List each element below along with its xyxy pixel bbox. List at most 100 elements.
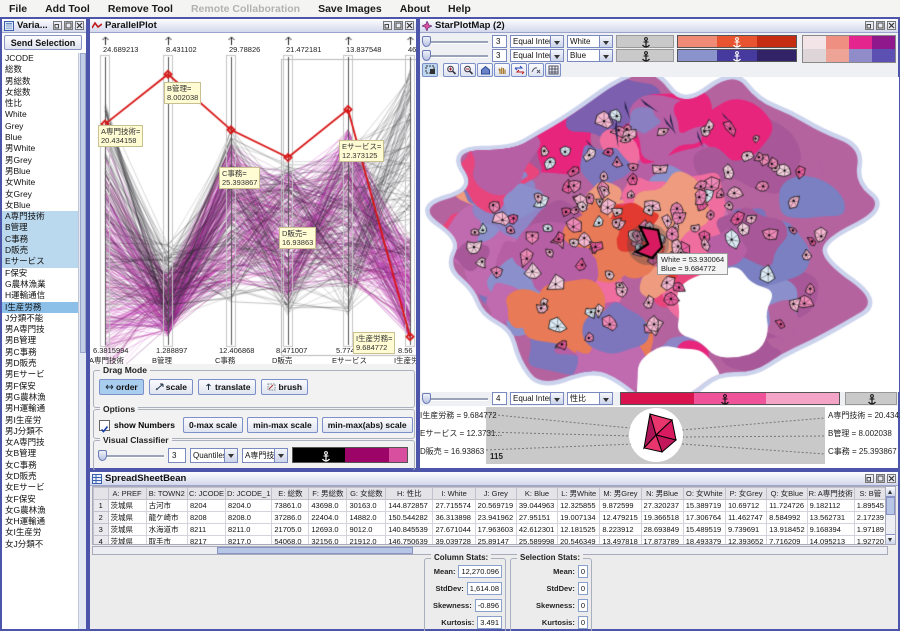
column-header[interactable]: K: Blue (516, 488, 557, 500)
color-gradient-bar[interactable] (677, 49, 797, 62)
chevron-down-icon[interactable] (599, 393, 612, 404)
color-gradient-bar[interactable] (620, 392, 840, 405)
classes-slider[interactable] (422, 392, 488, 406)
table-cell[interactable]: 9012.0 (347, 524, 386, 536)
table-cell[interactable]: 8.223912 (600, 524, 641, 536)
maximize-button[interactable] (876, 21, 885, 30)
classify-method-combo[interactable]: Equal Inter... (510, 35, 564, 48)
table-cell[interactable]: 25.589998 (516, 536, 557, 546)
table-cell[interactable]: 古河市 (146, 500, 187, 512)
spreadsheet-titlebar[interactable]: SpreadSheetBean (90, 472, 898, 486)
table-cell[interactable]: 14882.0 (347, 512, 386, 524)
table-cell[interactable]: 54068.0 (272, 536, 309, 546)
legend-swatch[interactable] (872, 49, 895, 62)
table-cell[interactable]: 12.325855 (558, 500, 600, 512)
table-cell[interactable]: 8217.0 (226, 536, 272, 546)
variable-item[interactable]: 女White (2, 177, 82, 188)
legend-swatch[interactable] (826, 36, 849, 49)
table-cell[interactable]: 30163.0 (347, 500, 386, 512)
classes-slider[interactable] (422, 35, 488, 49)
variable-item[interactable]: 男G農林漁 (2, 392, 82, 403)
classifier-gradient-bar[interactable] (292, 447, 408, 463)
table-cell[interactable]: 茨城県 (108, 536, 146, 546)
variable-item[interactable]: 男B管理 (2, 335, 82, 346)
column-header[interactable]: A: PREF (108, 488, 146, 500)
table-vertical-scrollbar[interactable] (885, 486, 896, 545)
column-header[interactable]: Q: 女Blue (767, 488, 807, 500)
column-header[interactable]: R: A専門技術 (807, 488, 854, 500)
secondary-gradient-bar[interactable] (845, 392, 897, 405)
chevron-down-icon[interactable] (599, 50, 612, 61)
classes-spinner[interactable] (492, 35, 507, 48)
table-cell[interactable]: 27.320237 (641, 500, 683, 512)
minimize-button[interactable] (53, 21, 62, 30)
table-cell[interactable]: 39.044963 (516, 500, 557, 512)
legend-swatch[interactable] (803, 36, 826, 49)
variable-item[interactable]: 男Blue (2, 166, 82, 177)
min-max-abs-scale-button[interactable]: min-max(abs) scale (322, 417, 413, 433)
maximize-button[interactable] (876, 474, 885, 483)
variable-item[interactable]: 男Eサービ (2, 369, 82, 380)
order-mode-button[interactable]: order (99, 379, 144, 395)
home-icon[interactable] (477, 63, 493, 77)
table-cell[interactable]: 28.693849 (641, 524, 683, 536)
table-cell[interactable]: 8204.0 (226, 500, 272, 512)
table-cell[interactable]: 25.89147 (475, 536, 516, 546)
classifier-variable-combo[interactable]: A専門技... (242, 448, 288, 463)
column-header[interactable]: S: B管 (854, 488, 886, 500)
table-cell[interactable]: 23.941962 (475, 512, 516, 524)
column-header[interactable] (94, 488, 109, 500)
table-row[interactable]: 1茨城県古河市82048204.073861.043698.030163.014… (94, 500, 887, 512)
table-row[interactable]: 2茨城県龍ケ崎市82088208.037286.022404.014882.01… (94, 512, 887, 524)
variable-item[interactable]: D販売 (2, 245, 82, 256)
column-header[interactable]: O: 女White (683, 488, 725, 500)
column-header[interactable]: J: Grey (475, 488, 516, 500)
table-cell[interactable]: 15.389719 (683, 500, 725, 512)
maximize-button[interactable] (394, 21, 403, 30)
table-cell[interactable]: 27.715574 (433, 500, 475, 512)
table-cell[interactable]: 27.95151 (516, 512, 557, 524)
table-cell[interactable]: 8217 (188, 536, 226, 546)
variable-item[interactable]: H運輸通信 (2, 290, 82, 301)
table-cell[interactable]: 17.873789 (641, 536, 683, 546)
variable-item[interactable]: 女F保安 (2, 494, 82, 505)
variable-item[interactable]: 男I生産労 (2, 415, 82, 426)
chevron-down-icon[interactable] (224, 449, 237, 462)
table-cell[interactable]: 21705.0 (272, 524, 309, 536)
variables-scrollbar-thumb[interactable] (80, 53, 86, 353)
column-header[interactable]: B: TOWN2 (146, 488, 187, 500)
column-header[interactable]: G: 女総数 (347, 488, 386, 500)
minimize-button[interactable] (865, 21, 874, 30)
variable-item[interactable]: G農林漁業 (2, 279, 82, 290)
table-cell[interactable]: 43698.0 (309, 500, 347, 512)
variable-item[interactable]: F保安 (2, 268, 82, 279)
table-cell[interactable]: 36.313898 (433, 512, 475, 524)
table-cell[interactable]: 18.493379 (683, 536, 725, 546)
table-cell[interactable]: 9.739691 (725, 524, 766, 536)
table-cell[interactable]: 19.366518 (641, 512, 683, 524)
variables-scrollbar[interactable] (78, 53, 86, 629)
column-header[interactable]: H: 性比 (386, 488, 433, 500)
table-cell[interactable]: 12.393652 (725, 536, 766, 546)
variable-combo[interactable]: White (567, 35, 613, 48)
variable-item[interactable]: 女Grey (2, 189, 82, 200)
classes-spinner[interactable] (492, 49, 507, 62)
anchor-icon[interactable] (732, 50, 742, 62)
variable-item[interactable]: 女総数 (2, 87, 82, 98)
table-cell[interactable]: 42.612301 (516, 524, 557, 536)
variable-item[interactable]: White (2, 109, 82, 120)
table-cell[interactable]: 9.872599 (600, 500, 641, 512)
close-button[interactable] (75, 21, 84, 30)
variable-item[interactable]: 女J分類不 (2, 539, 82, 550)
table-cell[interactable]: 10.69712 (725, 500, 766, 512)
variable-item[interactable]: A専門技術 (2, 211, 82, 222)
table-cell[interactable]: 22404.0 (309, 512, 347, 524)
data-table[interactable]: A: PREFB: TOWN2C: JCODED: JCODE_1E: 総数F:… (93, 487, 887, 545)
classify-method-combo[interactable]: Equal Inter... (510, 49, 564, 62)
table-cell[interactable]: 144.872857 (386, 500, 433, 512)
table-cell[interactable]: 140.845539 (386, 524, 433, 536)
classify-method-combo[interactable]: Equal Interv... (510, 392, 564, 405)
select-rect-icon[interactable] (422, 63, 438, 77)
variables-titlebar[interactable]: Varia... (2, 19, 86, 33)
variable-item[interactable]: 男D販売 (2, 358, 82, 369)
